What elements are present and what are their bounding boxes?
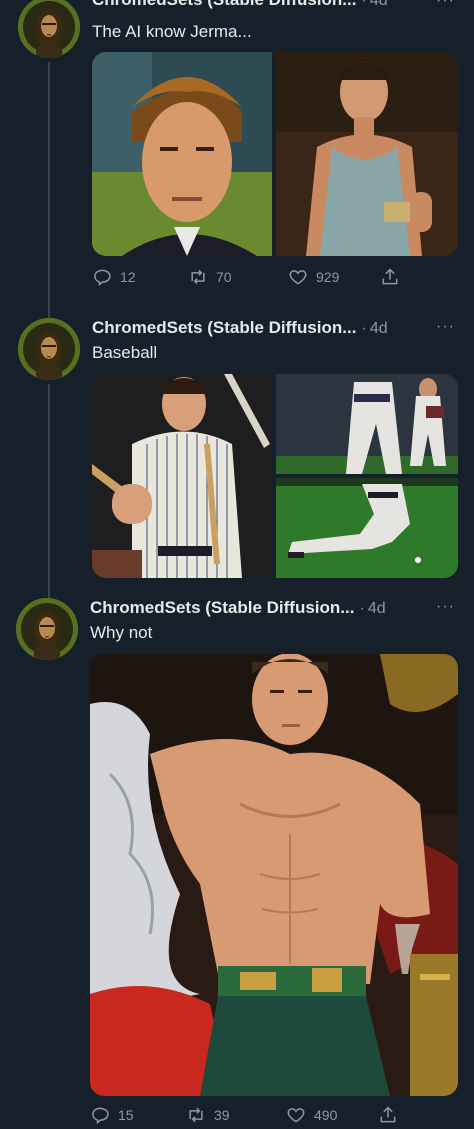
media-image-2[interactable] [276, 374, 458, 474]
more-options-button[interactable]: ··· [436, 598, 455, 616]
tweet-2[interactable]: ChromedSets (Stable Diffusion... · 4d ··… [0, 300, 474, 604]
thread-line [48, 62, 50, 318]
tweet-header: ChromedSets (Stable Diffusion... · 4d [92, 0, 388, 10]
media-image-3[interactable] [276, 478, 458, 578]
media-grid[interactable] [90, 654, 458, 1096]
like-button[interactable]: 490 [286, 1105, 378, 1125]
timestamp[interactable]: 4d [370, 0, 388, 10]
heart-icon [287, 1108, 305, 1123]
tweet-header: ChromedSets (Stable Diffusion... · 4d [90, 598, 386, 618]
tweet-text: The AI know Jerma... [92, 22, 252, 41]
tweet-text: Why not [90, 623, 153, 642]
author-name[interactable]: ChromedSets (Stable Diffusion... [90, 598, 354, 618]
avatar[interactable] [16, 598, 78, 660]
reply-count: 12 [120, 269, 136, 285]
retweet-icon [189, 1107, 203, 1123]
media-grid[interactable] [92, 52, 458, 256]
retweet-count: 39 [214, 1107, 230, 1123]
share-button[interactable] [378, 1105, 406, 1125]
author-name[interactable]: ChromedSets (Stable Diffusion... [92, 0, 356, 10]
tweet-header: ChromedSets (Stable Diffusion... · 4d [92, 318, 388, 338]
separator: · [361, 320, 367, 337]
like-count: 929 [316, 269, 340, 285]
more-options-button[interactable]: ··· [436, 0, 455, 10]
media-grid[interactable] [92, 374, 458, 578]
retweet-button[interactable]: 70 [188, 267, 288, 287]
action-bar: 15 39 490 [90, 1105, 406, 1125]
thread-line [48, 384, 50, 604]
tweet-1[interactable]: ChromedSets (Stable Diffusion... · 4d ··… [0, 0, 474, 318]
reply-button[interactable]: 15 [90, 1105, 186, 1125]
retweet-button[interactable]: 39 [186, 1105, 286, 1125]
tweet-3[interactable]: ChromedSets (Stable Diffusion... · 4d ··… [0, 590, 474, 1129]
author-name[interactable]: ChromedSets (Stable Diffusion... [92, 318, 356, 338]
timestamp[interactable]: 4d [370, 320, 388, 338]
reply-button[interactable]: 12 [92, 267, 188, 287]
heart-icon [289, 270, 307, 285]
separator: · [359, 600, 365, 617]
retweet-icon [191, 269, 205, 285]
separator: · [361, 0, 367, 9]
media-image-1[interactable] [92, 52, 272, 256]
timestamp[interactable]: 4d [368, 600, 386, 618]
reply-icon [94, 269, 111, 287]
share-icon [382, 268, 398, 285]
tweet-text: Baseball [92, 343, 158, 362]
retweet-count: 70 [216, 269, 232, 285]
action-bar: 12 70 929 [92, 267, 408, 287]
media-image-1[interactable] [90, 654, 458, 1096]
reply-icon [92, 1107, 109, 1125]
like-count: 490 [314, 1107, 338, 1123]
share-icon [380, 1106, 396, 1123]
media-image-1[interactable] [92, 374, 272, 578]
like-button[interactable]: 929 [288, 267, 380, 287]
share-button[interactable] [380, 267, 408, 287]
more-options-button[interactable]: ··· [436, 318, 455, 336]
media-image-2[interactable] [276, 52, 458, 256]
reply-count: 15 [118, 1107, 134, 1123]
avatar[interactable] [18, 0, 80, 58]
avatar[interactable] [18, 318, 80, 380]
